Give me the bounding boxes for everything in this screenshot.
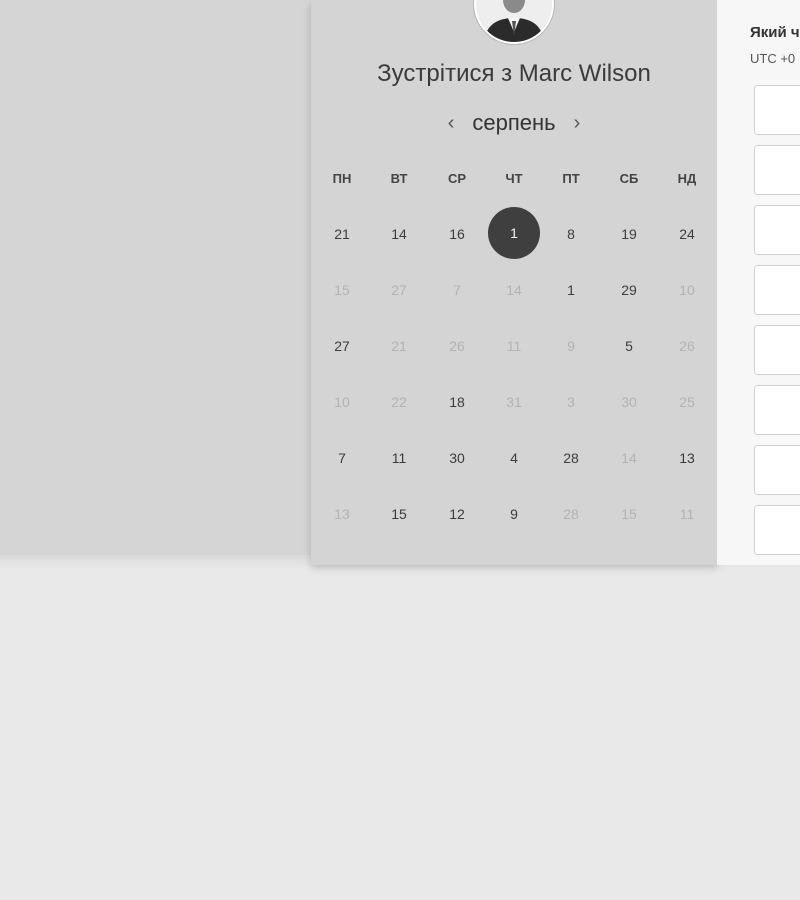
calendar-day[interactable]: 16 [431,208,483,260]
calendar-day[interactable]: 30 [431,432,483,484]
time-slot-button[interactable] [754,145,800,195]
chevron-left-icon[interactable]: ‹ [448,113,455,133]
calendar-day: 31 [506,394,522,410]
calendar-day[interactable]: 19 [603,208,655,260]
weekday-header: ПТ [562,171,580,186]
weekday-header: ПН [332,171,352,186]
time-slot-button[interactable] [754,385,800,435]
calendar-day[interactable]: 9 [488,488,540,540]
weekday-header: ВТ [390,171,408,186]
calendar-day[interactable]: 8 [545,208,597,260]
calendar-day[interactable]: 4 [488,432,540,484]
calendar-day[interactable]: 7 [316,432,368,484]
calendar-day: 14 [506,282,522,298]
time-slot-button[interactable] [754,445,800,495]
month-navigation: ‹ серпень › [311,108,717,138]
calendar-day: 10 [679,282,695,298]
calendar-day: 3 [567,394,575,410]
calendar-day: 11 [679,506,695,522]
calendar-day[interactable]: 11 [373,432,425,484]
time-slot-button[interactable] [754,205,800,255]
time-panel-title: Який ч [750,24,800,41]
weekday-header: ЧТ [505,171,523,186]
calendar-day[interactable]: 13 [661,432,713,484]
time-slot-button[interactable] [754,85,800,135]
time-slot-panel: Який ч UTC +0 [717,0,800,565]
calendar-day: 7 [453,282,461,298]
chevron-right-icon[interactable]: › [574,113,581,133]
calendar-day[interactable]: 5 [603,320,655,372]
calendar-day: 27 [391,282,407,298]
calendar-day: 22 [391,394,407,410]
calendar-day[interactable]: 15 [373,488,425,540]
calendar-day[interactable]: 12 [431,488,483,540]
calendar-day: 15 [621,506,637,522]
weekday-header: НД [677,171,697,186]
calendar-day: 26 [449,338,465,354]
calendar-day[interactable]: 21 [316,208,368,260]
weekday-header: СР [447,171,467,186]
calendar-day[interactable]: 1 [545,264,597,316]
calendar-day[interactable]: 27 [316,320,368,372]
selected-day[interactable]: 1 [488,207,540,259]
calendar-day: 30 [621,394,637,410]
time-slot-button[interactable] [754,505,800,555]
timezone-label[interactable]: UTC +0 [750,51,795,66]
meeting-title: Зустрітися з Marc Wilson [377,60,651,87]
calendar-day: 21 [391,338,407,354]
host-avatar [474,0,554,44]
calendar-day[interactable]: 18 [431,376,483,428]
calendar-day[interactable]: 29 [603,264,655,316]
calendar-day: 11 [506,338,522,354]
calendar-day: 10 [334,394,350,410]
calendar-day: 9 [567,338,575,354]
calendar-day: 14 [621,450,637,466]
calendar-day: 15 [334,282,350,298]
calendar-day[interactable]: 28 [545,432,597,484]
calendar-card: Зустрітися з Marc Wilson ‹ серпень › ПН В… [311,0,717,565]
weekday-header: СБ [619,171,639,186]
calendar-day: 13 [334,506,350,522]
calendar-day[interactable]: 14 [373,208,425,260]
calendar-day: 26 [679,338,695,354]
calendar-day: 25 [679,394,695,410]
calendar-day: 28 [563,506,579,522]
time-slot-button[interactable] [754,325,800,375]
month-label: серпень [472,110,556,135]
calendar-day[interactable]: 24 [661,208,713,260]
time-slot-button[interactable] [754,265,800,315]
